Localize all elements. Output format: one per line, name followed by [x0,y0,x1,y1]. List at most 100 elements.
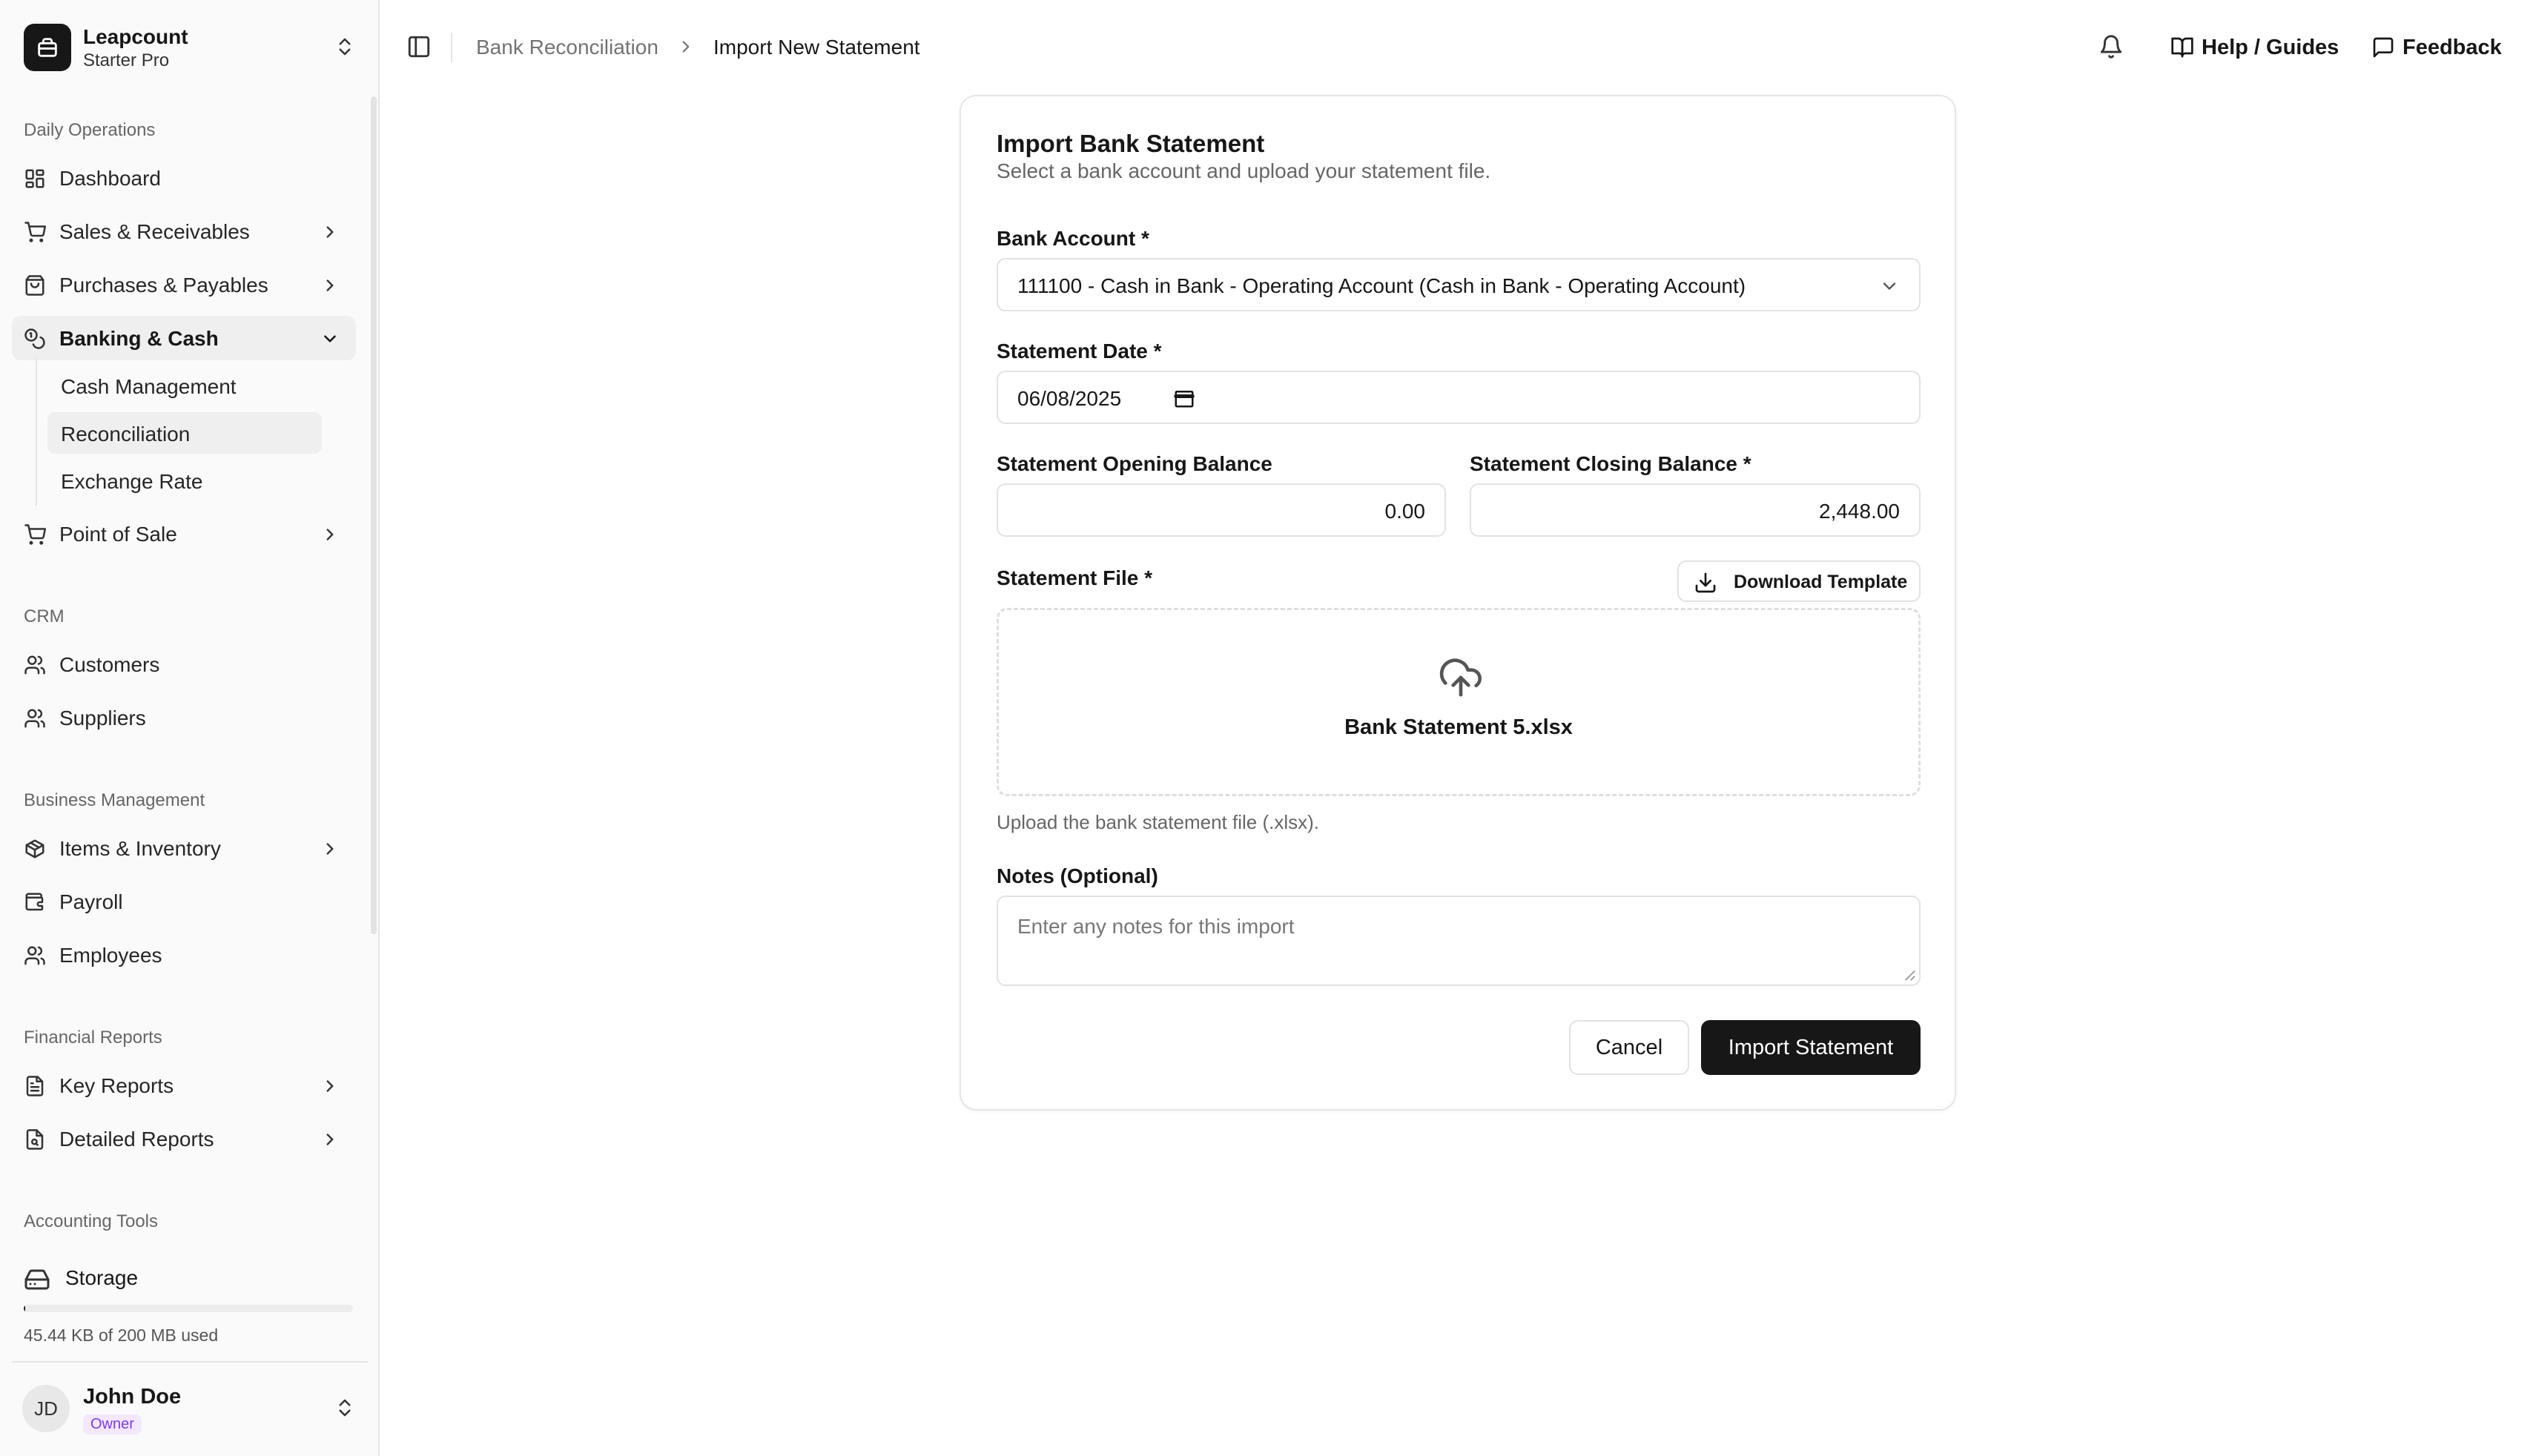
import-statement-button[interactable]: Import Statement [1701,1020,1921,1075]
page-title: Import Bank Statement [997,130,1265,157]
help-guides-label: Help / Guides [2202,35,2339,59]
sidebar-item-label: Dashboard [59,167,161,190]
sidebar: Leapcount Starter Pro Daily Operations D… [0,0,380,1456]
chevrons-up-down-icon [334,36,356,58]
file-drop-zone[interactable]: Bank Statement 5.xlsx [997,608,1921,796]
storage-progress-fill [24,1305,26,1312]
package-icon [25,839,44,858]
sidebar-item-employees[interactable]: Employees [12,933,356,977]
sidebar-subitem-label: Cash Management [61,375,237,398]
sidebar-subitem-cash-management[interactable]: Cash Management [47,365,322,406]
sidebar-item-label: Employees [59,944,162,967]
storage-used-text: 45.44 KB of 200 MB used [24,1326,219,1345]
help-guides-button[interactable]: Help / Guides [2170,30,2339,65]
book-open-icon [2171,37,2193,58]
bell-icon[interactable] [2099,34,2124,59]
sidebar-subitem-label: Reconciliation [61,423,191,446]
sidebar-item-dashboard[interactable]: Dashboard [12,156,356,200]
section-label-crm: CRM [24,606,65,626]
section-label-daily-operations: Daily Operations [24,120,156,140]
sidebar-item-label: Key Reports [59,1074,174,1097]
sidebar-item-key-reports[interactable]: Key Reports [12,1063,356,1108]
statement-date-value: 06/08/2025 [1017,387,1122,410]
user-role-badge: Owner [83,1414,142,1435]
message-square-icon [2373,37,2394,58]
bank-account-label: Bank Account * [997,227,1149,250]
sidebar-scrollbar[interactable] [371,96,377,934]
sidebar-toggle-icon[interactable] [406,34,432,59]
notes-label: Notes (Optional) [997,864,1158,887]
sidebar-item-sales-receivables[interactable]: Sales & Receivables [12,209,356,254]
chevron-right-icon [326,1134,334,1145]
dashboard-icon [25,169,44,188]
sidebar-item-banking-cash[interactable]: Banking & Cash [12,316,356,360]
users-icon [24,946,45,965]
users-icon [24,655,45,675]
sidebar-item-items-inventory[interactable]: Items & Inventory [12,826,356,870]
breadcrumb-parent[interactable]: Bank Reconciliation [476,36,658,59]
sidebar-item-payroll[interactable]: Payroll [12,879,356,924]
chevron-right-icon [682,41,690,53]
sidebar-subitem-label: Exchange Rate [61,470,203,493]
coins-icon [24,328,45,349]
bank-account-value: 111100 - Cash in Bank - Operating Accoun… [1017,274,1746,297]
closing-balance-input[interactable]: 2,448.00 [1470,483,1921,537]
storage-progress-bar [24,1305,353,1312]
import-statement-card: Import Bank Statement Select a bank acco… [960,95,1956,1111]
sidebar-item-point-of-sale[interactable]: Point of Sale [12,512,356,556]
notes-textarea[interactable]: Enter any notes for this import [997,896,1921,986]
sidebar-subitem-exchange-rate[interactable]: Exchange Rate [47,460,322,501]
opening-balance-input[interactable]: 0.00 [997,483,1446,537]
shopping-bag-icon [25,275,44,296]
cancel-button[interactable]: Cancel [1569,1020,1689,1075]
workspace-plan: Starter Pro [83,50,170,70]
sidebar-item-suppliers[interactable]: Suppliers [12,695,356,740]
closing-balance-value: 2,448.00 [1819,500,1900,523]
sidebar-item-label: Sales & Receivables [59,220,250,243]
cloud-upload-icon [1439,658,1482,697]
sidebar-item-detailed-reports[interactable]: Detailed Reports [12,1116,356,1161]
chevrons-up-down-icon [339,1399,351,1417]
workspace-name: Leapcount [83,25,188,48]
chevron-right-icon [326,843,334,855]
opening-balance-value: 0.00 [1384,500,1426,523]
chevron-right-icon [326,1080,334,1092]
sidebar-item-customers[interactable]: Customers [12,642,356,686]
section-label-financial-reports: Financial Reports [24,1028,162,1048]
submenu-guide-line [36,357,37,506]
chevron-right-icon [326,529,334,540]
feedback-label: Feedback [2403,35,2502,59]
download-template-label: Download Template [1734,572,1908,592]
sidebar-item-label: Purchases & Payables [59,274,268,297]
resize-handle-icon[interactable] [1903,968,1916,982]
page-subtitle: Select a bank account and upload your st… [997,159,1491,182]
statement-date-input[interactable]: 06/08/2025 [997,371,1921,424]
section-label-accounting-tools: Accounting Tools [24,1211,159,1231]
statement-date-label: Statement Date * [997,340,1162,363]
file-hint: Upload the bank statement file (.xlsx). [997,811,1319,833]
wallet-icon [25,893,44,911]
hard-drive-icon [24,1269,50,1290]
chevron-right-icon [326,226,334,238]
section-label-business-management: Business Management [24,790,205,810]
chevron-down-icon [324,335,336,343]
workspace-switcher[interactable]: Leapcount Starter Pro [24,24,356,71]
feedback-button[interactable]: Feedback [2371,30,2502,65]
calendar-icon[interactable] [1173,387,1195,409]
chevron-down-icon [1883,282,1896,290]
sidebar-item-label: Suppliers [59,707,146,729]
user-menu[interactable]: JD John Doe Owner [12,1361,368,1456]
sidebar-item-label: Payroll [59,890,123,913]
sidebar-item-purchases-payables[interactable]: Purchases & Payables [12,262,356,307]
statement-file-label: Statement File * [997,566,1153,589]
notes-placeholder: Enter any notes for this import [1017,915,1295,938]
breadcrumb-current: Import New Statement [713,36,920,59]
sidebar-item-label: Banking & Cash [59,327,219,350]
download-template-button[interactable]: Download Template [1677,560,1921,602]
bank-account-select[interactable]: 111100 - Cash in Bank - Operating Accoun… [997,258,1921,311]
avatar: JD [22,1385,70,1432]
sidebar-subitem-reconciliation[interactable]: Reconciliation [47,412,322,454]
closing-balance-label: Statement Closing Balance * [1470,452,1751,475]
sidebar-item-label: Items & Inventory [59,837,221,860]
opening-balance-label: Statement Opening Balance [997,452,1272,475]
